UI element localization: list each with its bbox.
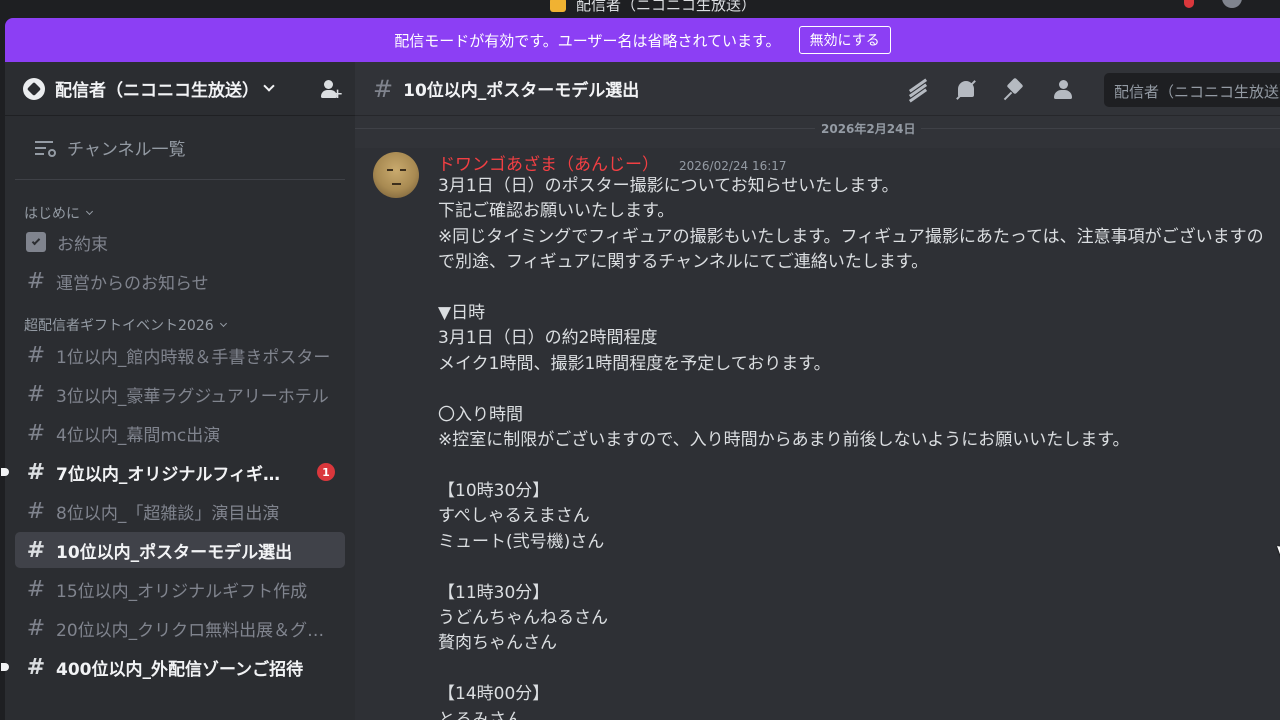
browse-channels-icon xyxy=(35,139,57,157)
server-header[interactable]: 配信者（ニコニコ生放送） + xyxy=(5,62,355,116)
category-label: 超配信者ギフトイベント2026 xyxy=(24,318,214,334)
mention-badge: 1 xyxy=(317,463,335,481)
hash-icon: # xyxy=(26,576,46,602)
hash-icon: # xyxy=(26,381,46,407)
date-divider-label: 2026年2月24日 xyxy=(815,120,922,137)
hash-icon: # xyxy=(26,342,46,368)
streamer-mode-banner: 配信モードが有効です。ユーザー名は省略されています。 無効にする xyxy=(5,18,1280,62)
pin-icon[interactable] xyxy=(1002,77,1026,102)
channel-browser-link[interactable]: チャンネル一覧 xyxy=(15,116,345,180)
category-intro[interactable]: はじめに xyxy=(5,202,355,224)
message-author[interactable]: ドワンゴあざま（あんじー） xyxy=(438,150,659,175)
banner-message: 配信モードが有効です。ユーザー名は省略されています。 xyxy=(394,31,781,50)
channel-rank10[interactable]: # 10位以内_ポスターモデル選出 xyxy=(15,532,345,568)
invite-people-icon[interactable]: + xyxy=(321,78,343,101)
header-toolbar xyxy=(906,77,1074,103)
channel-label: 4位以内_幕間mc出演 xyxy=(56,425,221,446)
disable-streamer-mode-button[interactable]: 無効にする xyxy=(798,26,891,54)
channel-label: 運営からのお知らせ xyxy=(56,273,209,294)
avatar[interactable] xyxy=(373,152,419,198)
search-input[interactable]: 配信者（ニコニコ生放送）を検索 xyxy=(1104,73,1280,107)
channel-rules[interactable]: お約束 xyxy=(15,224,345,260)
hash-icon: # xyxy=(26,268,46,294)
channel-label: 400位以内_外配信ゾーンご招待 xyxy=(56,659,304,680)
window-titlebar: 配信者（ニコニコ生放送） xyxy=(0,0,1280,18)
unread-indicator xyxy=(1,468,9,476)
rules-check-icon xyxy=(26,232,46,252)
channel-rank3[interactable]: # 3位以内_豪華ラグジュアリーホテル xyxy=(15,376,345,412)
unread-indicator xyxy=(1,663,9,671)
chevron-down-icon xyxy=(85,207,94,216)
channel-title: 10位以内_ポスターモデル選出 xyxy=(403,81,640,101)
category-gift-event[interactable]: 超配信者ギフトイベント2026 xyxy=(5,314,355,336)
titlebar-right xyxy=(1184,0,1242,8)
hash-icon: # xyxy=(26,459,46,485)
channel-label: 3位以内_豪華ラグジュアリーホテル xyxy=(56,386,329,407)
channel-rank15[interactable]: # 15位以内_オリジナルギフト作成 xyxy=(15,571,345,607)
window-title: 配信者（ニコニコ生放送） xyxy=(576,0,757,14)
window-title-area: 配信者（ニコニコ生放送） xyxy=(550,0,756,15)
channel-rank4[interactable]: # 4位以内_幕間mc出演 xyxy=(15,415,345,451)
hash-icon: # xyxy=(26,498,46,524)
channel-label: 20位以内_クリクロ無料出展＆グッズ xyxy=(56,620,331,641)
channel-label: 1位以内_館内時報＆手書きポスター xyxy=(56,347,331,368)
hash-icon: # xyxy=(373,74,394,103)
channel-sidebar: 配信者（ニコニコ生放送） + チャンネル一覧 はじめに お約束 # 運営からのお… xyxy=(1,62,355,720)
chevron-down-icon xyxy=(219,319,227,328)
threads-icon[interactable] xyxy=(906,78,930,103)
channel-rank20[interactable]: # 20位以内_クリクロ無料出展＆グッズ xyxy=(15,610,345,646)
date-divider: 2026年2月24日 xyxy=(355,118,1280,138)
channel-label: 8位以内_「超雑談」演目出演 xyxy=(56,503,280,524)
mute-bell-icon[interactable] xyxy=(954,78,978,102)
server-name: 配信者（ニコニコ生放送） xyxy=(55,81,259,101)
notification-icon[interactable] xyxy=(1184,0,1194,8)
app-icon xyxy=(550,0,566,12)
channel-label: お約束 xyxy=(57,234,108,255)
hash-icon: # xyxy=(26,615,46,641)
channel-label: 7位以内_オリジナルフィギュア xyxy=(56,464,291,485)
chevron-down-icon xyxy=(263,80,275,92)
help-icon[interactable] xyxy=(1222,0,1242,8)
channel-rank400[interactable]: # 400位以内_外配信ゾーンご招待 xyxy=(1,649,345,685)
channel-rank8[interactable]: # 8位以内_「超雑談」演目出演 xyxy=(15,493,345,529)
chat-area: # 10位以内_ポスターモデル選出 配信者（ニコニコ生放送）を検索 2026年2… xyxy=(355,62,1280,720)
members-icon[interactable] xyxy=(1050,78,1074,102)
channel-label: 10位以内_ポスターモデル選出 xyxy=(56,542,293,563)
message-header: ドワンゴあざま（あんじー） 2026/02/24 16:17 xyxy=(438,150,787,175)
channel-announcements[interactable]: # 運営からのお知らせ xyxy=(15,263,345,299)
channel-rank7[interactable]: # 7位以内_オリジナルフィギュア 1 xyxy=(1,454,345,490)
channel-browser-label: チャンネル一覧 xyxy=(67,140,186,160)
hash-icon: # xyxy=(26,654,46,680)
message-content: 3月1日（日）のポスター撮影についてお知らせいたします。 下記ご確認お願いいたし… xyxy=(438,176,1264,720)
channel-rank1[interactable]: # 1位以内_館内時報＆手書きポスター xyxy=(15,337,345,373)
category-label: はじめに xyxy=(24,206,80,222)
hash-icon: # xyxy=(26,537,46,563)
hash-icon: # xyxy=(26,420,46,446)
message-timestamp: 2026/02/24 16:17 xyxy=(679,159,787,173)
channel-label: 15位以内_オリジナルギフト作成 xyxy=(56,581,308,602)
server-icon xyxy=(23,77,45,100)
